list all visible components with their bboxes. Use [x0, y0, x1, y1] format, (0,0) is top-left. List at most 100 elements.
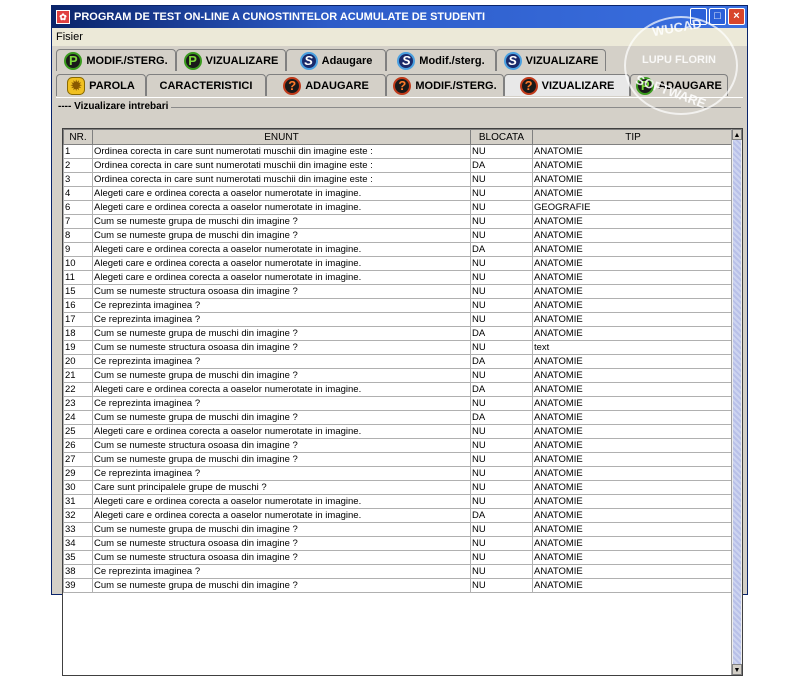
table-row[interactable]: 29 Ce reprezinta imaginea ? NU ANATOMIE — [63, 466, 734, 481]
table-row[interactable]: 31 Alegeti care e ordinea corecta a oasel… — [63, 494, 734, 509]
table-row[interactable]: 22 Alegeti care e ordinea corecta a oasel… — [63, 382, 734, 397]
column-header-nr[interactable]: NR. — [63, 129, 93, 145]
cell-tip: ANATOMIE — [532, 410, 734, 425]
cell-nr: 22 — [63, 382, 93, 397]
tab-label: MODIF./STERG. — [86, 54, 168, 67]
s-icon: S — [397, 51, 416, 70]
scroll-down-arrow-icon[interactable]: ▼ — [732, 664, 742, 675]
star-icon: ✹ — [67, 76, 86, 95]
table-row[interactable]: 21 Cum se numeste grupa de muschi din ima… — [63, 368, 734, 383]
cell-nr: 26 — [63, 438, 93, 453]
table-row[interactable]: 32 Alegeti care e ordinea corecta a oasel… — [63, 508, 734, 523]
table-row[interactable]: 1 Ordinea corecta in care sunt numerotati… — [63, 144, 734, 159]
table-row[interactable]: 16 Ce reprezinta imaginea ? NU ANATOMIE — [63, 298, 734, 313]
cell-nr: 6 — [63, 200, 93, 215]
tab-adaugare[interactable]: P ADAUGARE — [630, 74, 728, 96]
cell-nr: 10 — [63, 256, 93, 271]
cell-tip: ANATOMIE — [532, 172, 734, 187]
scroll-up-arrow-icon[interactable]: ▲ — [732, 129, 742, 140]
cell-tip: ANATOMIE — [532, 508, 734, 523]
table-row[interactable]: 7 Cum se numeste grupa de muschi din imag… — [63, 214, 734, 229]
tab-vizualizare[interactable]: ? VIZUALIZARE — [504, 74, 630, 96]
cell-enunt: Ce reprezinta imaginea ? — [92, 396, 471, 411]
table-row[interactable]: 3 Ordinea corecta in care sunt numerotati… — [63, 172, 734, 187]
cell-nr: 34 — [63, 536, 93, 551]
table-row[interactable]: 2 Ordinea corecta in care sunt numerotati… — [63, 158, 734, 173]
table-row[interactable]: 39 Cum se numeste grupa de muschi din ima… — [63, 578, 734, 593]
table-row[interactable]: 23 Ce reprezinta imaginea ? NU ANATOMIE — [63, 396, 734, 411]
table-row[interactable]: 8 Cum se numeste grupa de muschi din imag… — [63, 228, 734, 243]
maximize-button[interactable]: □ — [709, 8, 726, 25]
cell-nr: 24 — [63, 410, 93, 425]
table-row[interactable]: 25 Alegeti care e ordinea corecta a oasel… — [63, 424, 734, 439]
cell-enunt: Cum se numeste grupa de muschi din imagi… — [92, 214, 471, 229]
scrollbar-thumb[interactable] — [733, 140, 741, 664]
tab-row-2: ✹ PAROLA CARACTERISTICI? ADAUGARE? MODIF./ST… — [56, 74, 743, 96]
table-row[interactable]: 27 Cum se numeste grupa de muschi din ima… — [63, 452, 734, 467]
table-row[interactable]: 17 Ce reprezinta imaginea ? NU ANATOMIE — [63, 312, 734, 327]
cell-tip: ANATOMIE — [532, 298, 734, 313]
cell-enunt: Alegeti care e ordinea corecta a oaselor… — [92, 270, 471, 285]
tab-label: PAROLA — [89, 79, 135, 92]
cell-nr: 20 — [63, 354, 93, 369]
tab-modif-sterg[interactable]: P MODIF./STERG. — [56, 49, 176, 71]
table-row[interactable]: 24 Cum se numeste grupa de muschi din ima… — [63, 410, 734, 425]
cell-blocata: NU — [470, 424, 533, 439]
tab-parola[interactable]: ✹ PAROLA — [56, 74, 146, 96]
table-row[interactable]: 15 Cum se numeste structura osoasa din im… — [63, 284, 734, 299]
cell-nr: 1 — [63, 144, 93, 159]
table-row[interactable]: 33 Cum se numeste grupa de muschi din ima… — [63, 522, 734, 537]
column-header-enunt[interactable]: ENUNT — [92, 129, 471, 145]
title-bar[interactable]: ✿ PROGRAM DE TEST ON-LINE A CUNOSTINTELO… — [52, 6, 747, 28]
vertical-scrollbar[interactable]: ▲ ▼ — [731, 129, 742, 675]
question-icon: ? — [393, 76, 412, 95]
cell-blocata: DA — [470, 410, 533, 425]
table-row[interactable]: 30 Care sunt principalele grupe de muschi… — [63, 480, 734, 495]
table-row[interactable]: 19 Cum se numeste structura osoasa din im… — [63, 340, 734, 355]
p-icon: P — [64, 51, 83, 70]
table-row[interactable]: 34 Cum se numeste structura osoasa din im… — [63, 536, 734, 551]
cell-enunt: Cum se numeste grupa de muschi din imagi… — [92, 368, 471, 383]
table-row[interactable]: 26 Cum se numeste structura osoasa din im… — [63, 438, 734, 453]
cell-tip: ANATOMIE — [532, 186, 734, 201]
tab-vizualizare[interactable]: S VIZUALIZARE — [496, 49, 606, 71]
cell-blocata: DA — [470, 382, 533, 397]
table-row[interactable]: 4 Alegeti care e ordinea corecta a oaselo… — [63, 186, 734, 201]
question-icon: ? — [283, 76, 302, 95]
menu-bar: Fisier — [52, 28, 747, 46]
cell-enunt: Cum se numeste structura osoasa din imag… — [92, 536, 471, 551]
cell-tip: ANATOMIE — [532, 158, 734, 173]
column-header-tip[interactable]: TIP — [532, 129, 734, 145]
tab-modif-sterg[interactable]: S Modif./sterg. — [386, 49, 496, 71]
close-button[interactable]: × — [728, 8, 745, 25]
tab-caracteristici[interactable]: CARACTERISTICI — [146, 74, 266, 96]
tab-adaugare[interactable]: ? ADAUGARE — [266, 74, 386, 96]
cell-nr: 8 — [63, 228, 93, 243]
table-row[interactable]: 35 Cum se numeste structura osoasa din im… — [63, 550, 734, 565]
tab-vizualizare[interactable]: P VIZUALIZARE — [176, 49, 286, 71]
table-row[interactable]: 6 Alegeti care e ordinea corecta a oaselo… — [63, 200, 734, 215]
cell-enunt: Ce reprezinta imaginea ? — [92, 298, 471, 313]
column-header-blocata[interactable]: BLOCATA — [470, 129, 533, 145]
tab-adaugare[interactable]: S Adaugare — [286, 49, 386, 71]
cell-enunt: Cum se numeste structura osoasa din imag… — [92, 550, 471, 565]
table-row[interactable]: 11 Alegeti care e ordinea corecta a oasel… — [63, 270, 734, 285]
cell-enunt: Alegeti care e ordinea corecta a oaselor… — [92, 424, 471, 439]
table-row[interactable]: 38 Ce reprezinta imaginea ? NU ANATOMIE — [63, 564, 734, 579]
cell-enunt: Cum se numeste grupa de muschi din imagi… — [92, 228, 471, 243]
tab-label: VIZUALIZARE — [525, 54, 599, 67]
tab-label: ADAUGARE — [658, 79, 722, 92]
cell-nr: 33 — [63, 522, 93, 537]
minimize-button[interactable]: _ — [690, 8, 707, 25]
table-row[interactable]: 9 Alegeti care e ordinea corecta a oaselo… — [63, 242, 734, 257]
cell-enunt: Alegeti care e ordinea corecta a oaselor… — [92, 242, 471, 257]
table-row[interactable]: 10 Alegeti care e ordinea corecta a oasel… — [63, 256, 734, 271]
table-row[interactable]: 20 Ce reprezinta imaginea ? DA ANATOMIE — [63, 354, 734, 369]
cell-tip: ANATOMIE — [532, 480, 734, 495]
window-title: PROGRAM DE TEST ON-LINE A CUNOSTINTELOR … — [74, 11, 486, 23]
cell-blocata: NU — [470, 396, 533, 411]
table-row[interactable]: 18 Cum se numeste grupa de muschi din ima… — [63, 326, 734, 341]
tab-modif-sterg[interactable]: ? MODIF./STERG. — [386, 74, 504, 96]
menu-fisier[interactable]: Fisier — [56, 31, 83, 43]
cell-enunt: Cum se numeste structura osoasa din imag… — [92, 340, 471, 355]
